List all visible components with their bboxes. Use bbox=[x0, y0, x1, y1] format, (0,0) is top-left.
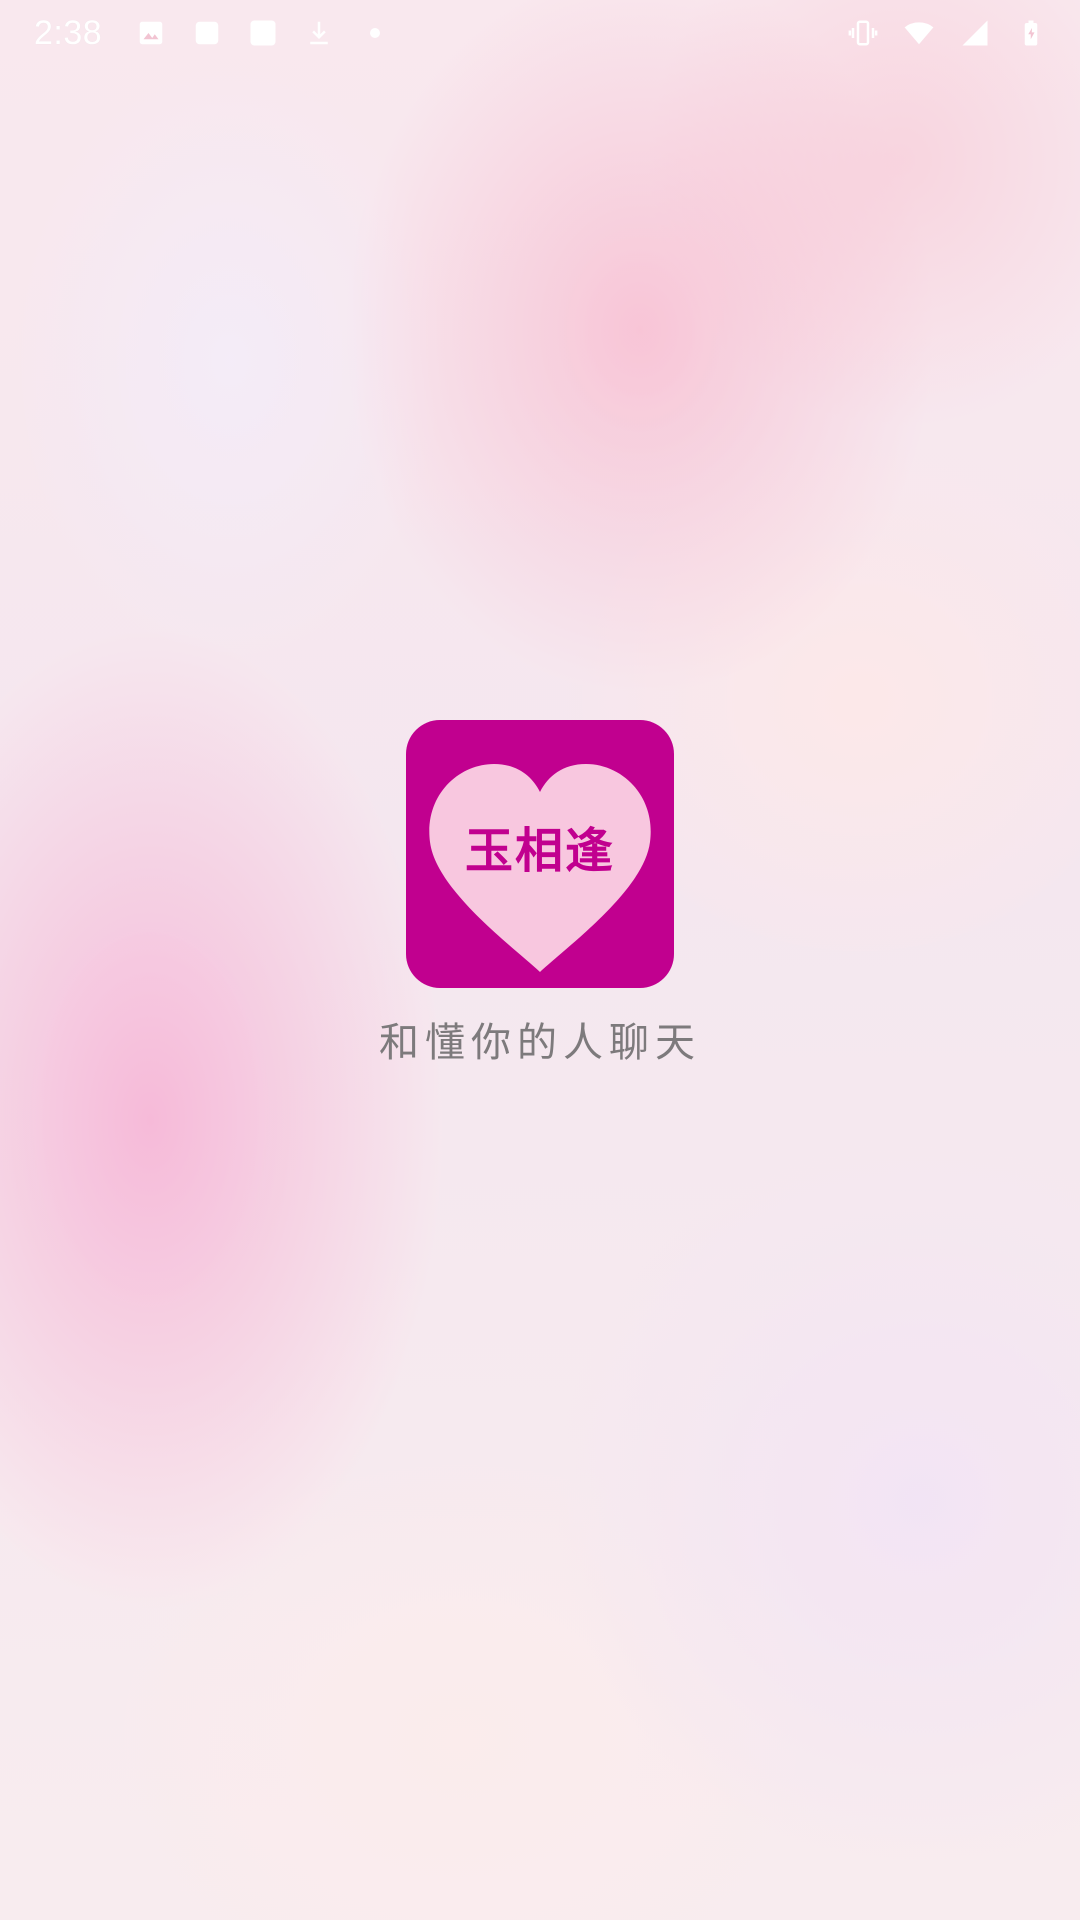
status-left: 2:38 bbox=[34, 14, 390, 53]
download-icon bbox=[304, 18, 334, 48]
vibrate-icon bbox=[848, 18, 878, 48]
status-right bbox=[848, 18, 1046, 48]
logo-text: 玉相逢 bbox=[464, 823, 615, 879]
status-time: 2:38 bbox=[34, 13, 103, 52]
status-bar: 2:38 bbox=[0, 0, 1080, 66]
square-icon bbox=[192, 18, 222, 48]
wifi-icon bbox=[904, 18, 934, 48]
app-logo: 玉相逢 bbox=[406, 720, 674, 988]
splash-screen: 2:38 玉相逢 和懂你的人聊天 bbox=[0, 0, 1080, 1920]
image-icon bbox=[136, 18, 166, 48]
square-icon bbox=[248, 18, 278, 48]
signal-icon bbox=[960, 18, 990, 48]
tagline: 和懂你的人聊天 bbox=[379, 1020, 701, 1066]
battery-icon bbox=[1016, 18, 1046, 48]
dot-icon bbox=[360, 18, 390, 48]
